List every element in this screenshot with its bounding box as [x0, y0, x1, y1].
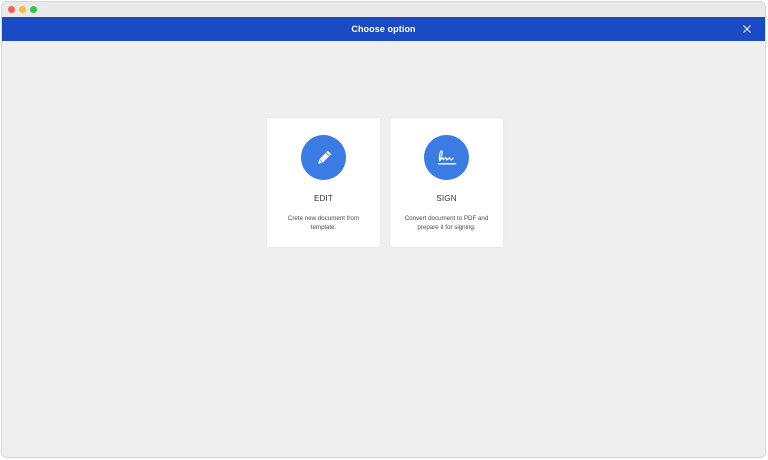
window-maximize-dot[interactable]	[30, 6, 37, 13]
edit-option-title: EDIT	[313, 194, 334, 203]
modal-header: Choose option	[2, 17, 765, 41]
sign-icon-circle	[424, 135, 469, 180]
signature-icon	[437, 149, 456, 165]
pencil-icon	[317, 150, 331, 164]
sign-option-title: SIGN	[436, 194, 457, 203]
app-window: Choose option EDIT Crete new document fr…	[1, 1, 766, 458]
options-area: EDIT Crete new document from template. S…	[2, 41, 765, 457]
close-icon	[743, 25, 751, 33]
edit-icon-circle	[301, 135, 346, 180]
edit-option-description: Crete new document from template.	[287, 215, 360, 231]
modal-title: Choose option	[351, 24, 416, 34]
window-minimize-dot[interactable]	[19, 6, 26, 13]
window-titlebar	[2, 2, 765, 17]
sign-option-description: Convert document to PDF and prepare it f…	[404, 215, 489, 231]
sign-option-card[interactable]: SIGN Convert document to PDF and prepare…	[390, 118, 503, 247]
edit-option-card[interactable]: EDIT Crete new document from template.	[267, 118, 380, 247]
window-close-dot[interactable]	[8, 6, 15, 13]
close-button[interactable]	[741, 23, 753, 35]
